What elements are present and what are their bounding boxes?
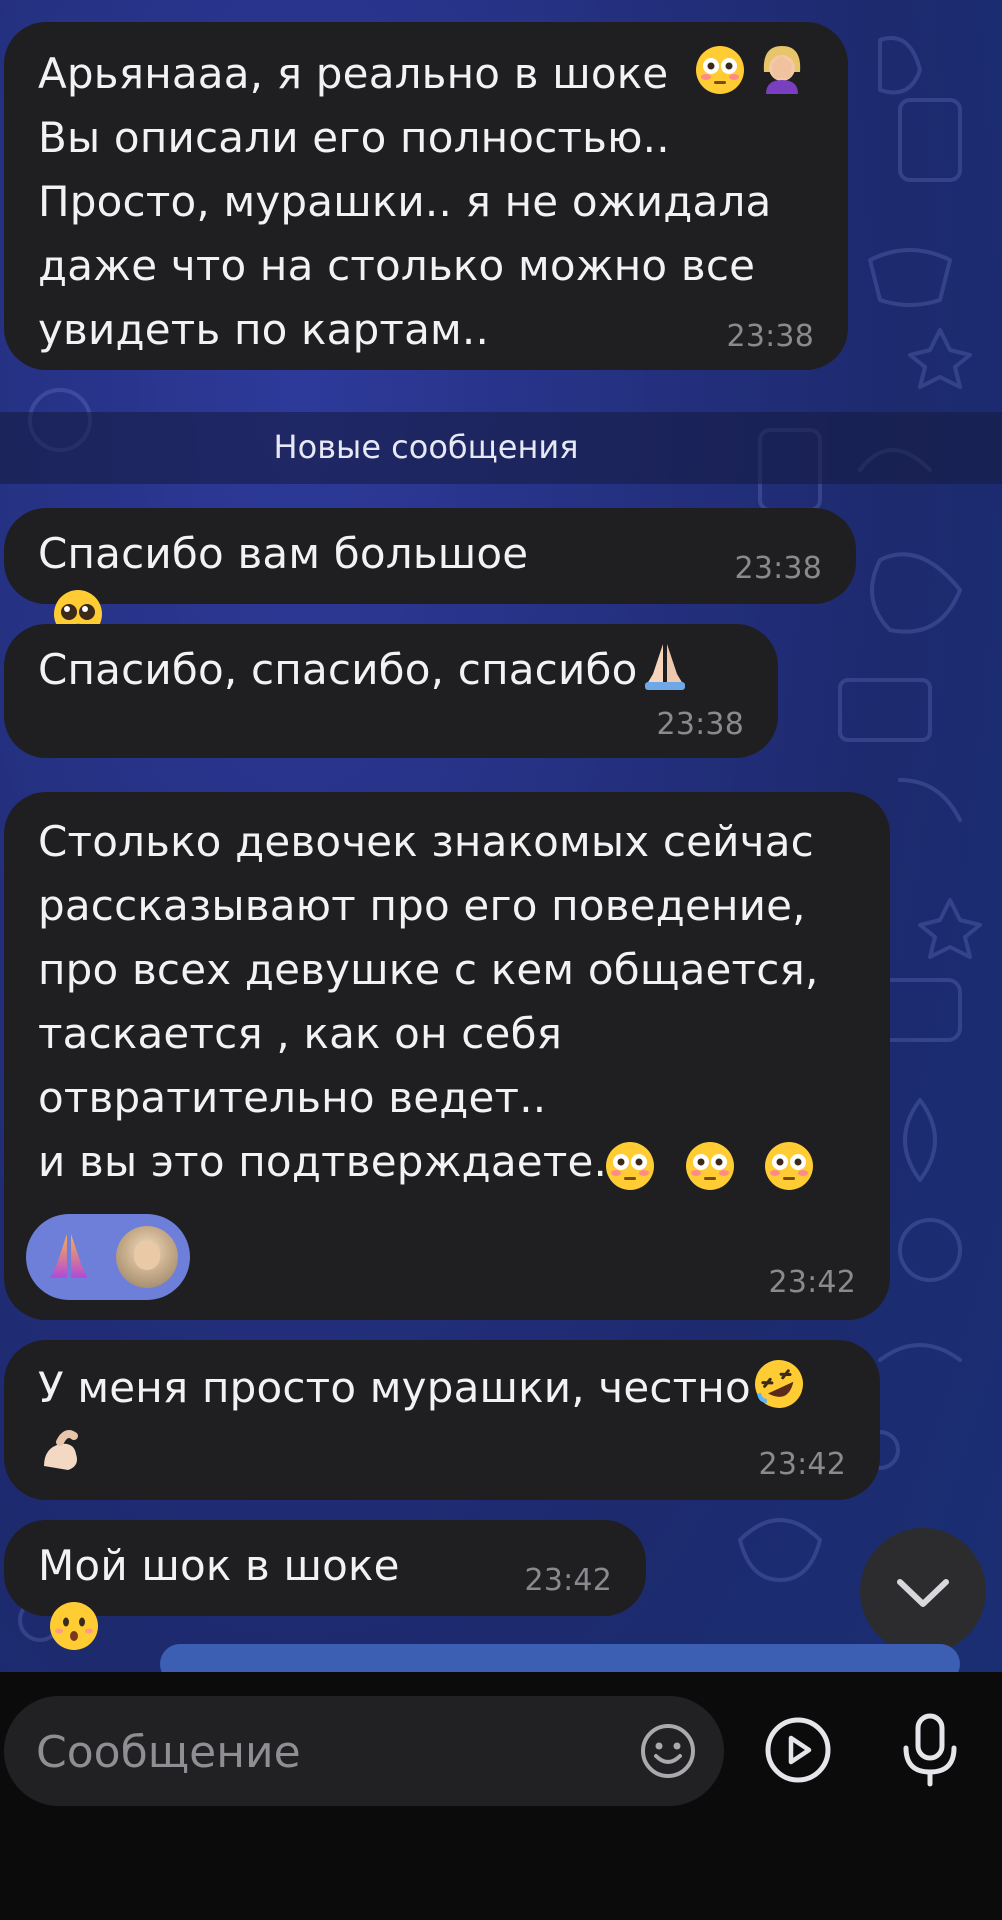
emoji-row bbox=[600, 1138, 815, 1202]
rolling-on-floor-laughing-icon bbox=[754, 1360, 803, 1408]
flushed-face-icon bbox=[685, 1142, 734, 1190]
message-time: 23:42 bbox=[758, 1447, 846, 1482]
message-input[interactable] bbox=[34, 1696, 618, 1808]
message-input-container[interactable] bbox=[4, 1696, 724, 1808]
message-bubble[interactable]: У меня просто мурашки, честно 23:42 bbox=[4, 1340, 880, 1500]
message-time: 23:38 bbox=[734, 551, 822, 586]
flushed-face-icon bbox=[765, 1142, 814, 1190]
message-time: 23:42 bbox=[768, 1265, 856, 1300]
microphone-icon[interactable] bbox=[894, 1710, 966, 1790]
new-messages-divider: Новые сообщения bbox=[0, 412, 1002, 484]
video-message-icon[interactable] bbox=[762, 1714, 834, 1786]
chevron-down-icon bbox=[897, 1579, 949, 1607]
message-time: 23:42 bbox=[524, 1563, 612, 1598]
message-text: У меня просто мурашки, честно bbox=[38, 1356, 846, 1420]
emoji-icon[interactable] bbox=[638, 1721, 698, 1781]
message-text: Столько девочек знакомых сейчас рассказы… bbox=[38, 817, 819, 1186]
message-text: Спасибо, спасибо, спасибо bbox=[38, 638, 744, 702]
flushed-face-icon bbox=[696, 46, 744, 94]
message-text: Мой шок в шоке bbox=[38, 1534, 612, 1662]
reaction-avatar bbox=[116, 1226, 178, 1288]
message-bubble[interactable]: Арьянааа, я реально в шоке Вы описали ег… bbox=[4, 22, 848, 370]
message-time: 23:38 bbox=[656, 707, 744, 742]
message-bubble[interactable]: Столько девочек знакомых сейчас рассказы… bbox=[4, 792, 890, 1320]
folded-hands-reaction-icon bbox=[50, 1234, 88, 1278]
message-bubble[interactable]: Спасибо, спасибо, спасибо 23:38 bbox=[4, 624, 778, 758]
scroll-to-bottom-button[interactable] bbox=[860, 1528, 986, 1654]
pinching-hand-icon bbox=[44, 1430, 78, 1470]
message-composer bbox=[0, 1672, 1002, 1920]
message-bubble[interactable]: Спасибо вам большое 23:38 bbox=[4, 508, 856, 702]
message-time: 23:38 bbox=[726, 319, 814, 354]
message-bubble[interactable]: Мой шок в шоке 23:42 bbox=[4, 1520, 646, 1650]
hushed-face-icon bbox=[50, 1602, 98, 1650]
woman-facepalming-icon bbox=[763, 46, 801, 94]
flushed-face-icon bbox=[606, 1142, 654, 1190]
new-messages-label: Новые сообщения bbox=[273, 428, 579, 466]
message-list[interactable]: Арьянааа, я реально в шоке Вы описали ег… bbox=[0, 0, 1002, 1684]
reaction-chip[interactable] bbox=[26, 1214, 190, 1300]
folded-hands-icon bbox=[645, 644, 686, 690]
